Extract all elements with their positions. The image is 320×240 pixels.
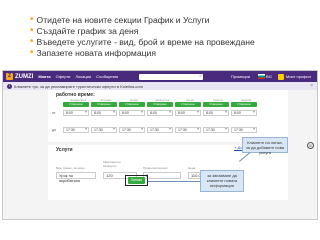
instruction-item: • Запазете новата информация [30,47,310,58]
close-time-select[interactable]: 17:30 [91,127,117,133]
menu-item-messages[interactable]: Съобщения [96,74,118,79]
open-time-select[interactable]: 8:00 [119,110,145,116]
bullet-icon: • [30,24,34,36]
instruction-item: • Отидете на новите секции График и Услуг… [30,14,310,25]
instruction-text: Отидете на новите секции График и Услуги [36,14,210,25]
open-toggle[interactable]: Отворено [175,102,201,107]
menu-item-offers[interactable]: Оферти [56,74,71,79]
services-title: Услуги [56,147,73,153]
account-menu[interactable]: Моят профил [286,74,311,79]
open-toggle[interactable]: Отворено [91,102,117,107]
open-time-row: от 8:00 8:00 8:00 8:00 8:00 8:00 8:00 [52,110,258,116]
services-panel: Услуги + Добавете нова услуга Вид, време… [48,145,288,200]
close-time-select[interactable]: 17:30 [147,127,173,133]
open-time-select[interactable]: 8:00 [231,110,257,116]
main-content: работно време: понеделник вторник сряда … [3,90,317,219]
service-type-input[interactable]: Урок по акробатика [56,172,96,183]
zumzi-logo[interactable]: Z ZUMZI [6,73,33,80]
duration-label: Продължителност [143,166,169,170]
open-toggle[interactable]: Отворено [147,102,173,107]
open-toggle[interactable]: Отворено [119,102,145,107]
close-time-select[interactable]: 17:30 [231,127,257,133]
close-time-select[interactable]: 17:30 [175,127,201,133]
bullet-icon: • [30,13,34,25]
close-time-select[interactable]: 17:30 [63,127,89,133]
bullet-icon: • [30,46,34,58]
duration-input[interactable]: 2 [143,172,181,179]
open-toggle[interactable]: Отворено [63,102,89,107]
language-selector[interactable]: BG [266,74,272,79]
instructions-list: • Отидете на новите секции График и Услуг… [30,14,310,58]
avatar[interactable] [277,73,284,80]
open-time-select[interactable]: 8:00 [63,110,89,116]
bullet-icon: • [30,35,34,47]
promotions-link[interactable]: Промоции [231,74,250,79]
bulgaria-flag-icon [258,74,266,79]
instruction-text: Запазете новата информация [36,47,156,58]
logo-text: ZUMZI [15,73,34,80]
close-time-select[interactable]: 17:30 [119,127,145,133]
open-time-select[interactable]: 8:00 [175,110,201,116]
open-toggles: Отворено Отворено Отворено Отворено Отво… [62,102,258,107]
instruction-item: • Въведете услугите - вид, брой и време н… [30,36,310,47]
instruction-text: Въведете услугите - вид, брой и време на… [36,36,255,47]
open-time-select[interactable]: 8:00 [147,110,173,116]
info-icon: i [7,83,12,89]
close-icon[interactable]: × [310,83,313,89]
menu-item-mine[interactable]: Моята [38,74,50,79]
to-label: до [52,128,56,132]
open-time-select[interactable]: 8:00 [91,110,117,116]
open-time-select[interactable]: 8:00 [203,110,229,116]
notice-text[interactable]: Кликнете тук, за да рекламирате туристич… [14,84,143,89]
save-callout: за запазване да кликнете новата информац… [200,170,244,192]
capacity-label: Максимален капацитет [103,160,121,168]
phone-icon[interactable]: ☏ [307,142,314,149]
search-icon[interactable]: ⌕ [199,73,202,79]
from-label: от [52,111,56,115]
close-time-row: до 17:30 17:30 17:30 17:30 17:30 17:30 1… [52,127,258,133]
price-label: Цена [188,166,196,170]
open-toggle[interactable]: Отворено [231,102,257,107]
save-pointer [148,181,200,182]
logo-icon: Z [6,73,13,80]
close-time-select[interactable]: 17:30 [203,127,229,133]
top-navigation: Z ZUMZI Моята Оферти Локации Съобщения ⌕ … [3,71,317,82]
service-type-label: Вид, време, за нещо [56,166,85,170]
working-hours-panel: работно време: понеделник вторник сряда … [48,90,288,142]
menu-item-locations[interactable]: Локации [75,74,91,79]
instruction-text: Създайте график за деня [36,25,139,36]
promo-notice-bar: i Кликнете тук, за да рекламирате турист… [3,82,317,90]
open-toggle[interactable]: Отворено [203,102,229,107]
search-input[interactable]: ⌕ [139,73,204,80]
save-button[interactable]: Запази [128,177,145,184]
add-service-callout: Кликнете на линка, за да добавите нова у… [242,137,288,155]
instruction-item: • Създайте график за деня [30,25,310,36]
